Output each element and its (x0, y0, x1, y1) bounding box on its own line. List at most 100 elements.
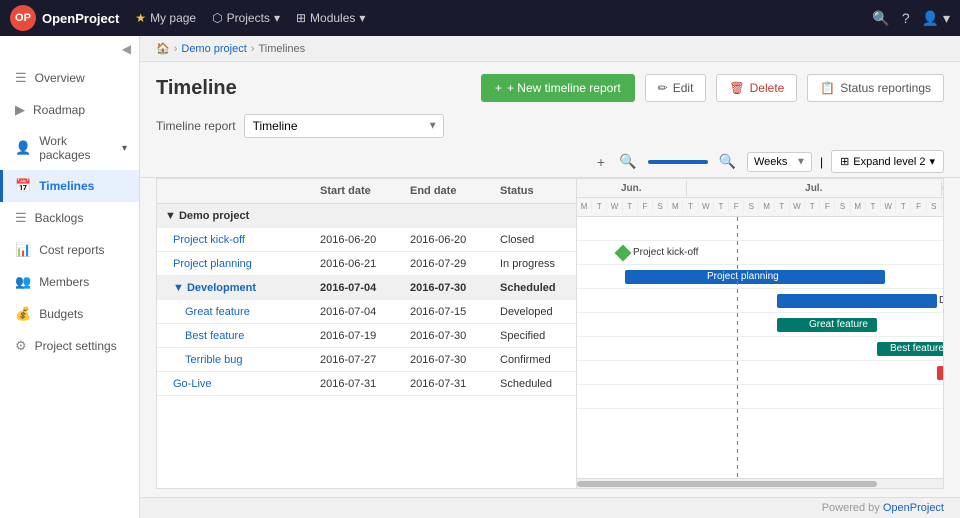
zoom-out-icon[interactable]: 🔍 (616, 150, 639, 173)
gantt-left-panel: Start date End date Status ▼ Demo projec… (157, 179, 577, 488)
zoom-slider[interactable] (648, 160, 708, 164)
row-name-kick-off[interactable]: Project kick-off (157, 232, 316, 248)
gantt-chart-row: Project planning (577, 265, 943, 289)
breadcrumb-sep-1: › (174, 43, 178, 55)
breadcrumb-project[interactable]: Demo project (181, 43, 246, 55)
zoom-select-wrapper: Weeks Days Months (747, 152, 812, 172)
row-status-go-live: Scheduled (496, 376, 576, 392)
milestone-diamond (615, 245, 632, 262)
row-name-planning[interactable]: Project planning (157, 256, 316, 272)
gantt-chart-row: Great feature (577, 313, 943, 337)
zoom-in-icon[interactable]: + (594, 151, 608, 173)
edit-button[interactable]: ✏ Edit (645, 74, 707, 102)
home-icon[interactable]: 🏠 (156, 42, 170, 55)
sidebar-item-backlogs[interactable]: ☰ Backlogs (0, 202, 139, 234)
sidebar-item-cost-reports[interactable]: 📊 Cost reports (0, 234, 139, 266)
search-icon[interactable]: 🔍 (872, 10, 889, 27)
task-bar-development[interactable] (777, 294, 937, 308)
sidebar-item-overview[interactable]: ☰ Overview (0, 62, 139, 94)
row-name-great-feature[interactable]: Great feature (157, 304, 316, 320)
sidebar-collapse-button[interactable]: ◀ (0, 36, 139, 62)
task-bar-terrible-bug[interactable] (937, 366, 943, 380)
sidebar-item-roadmap[interactable]: ▶ Roadmap (0, 94, 139, 126)
sidebar-item-overview-label: Overview (35, 71, 85, 85)
budgets-icon: 💰 (15, 306, 31, 322)
sidebar-item-work-packages[interactable]: 👤 Work packages ▾ (0, 126, 139, 170)
row-end-go-live: 2016-07-31 (406, 376, 496, 392)
row-status-terrible-bug: Confirmed (496, 352, 576, 368)
user-icon[interactable]: 👤 ▾ (922, 10, 950, 27)
week-cell: S (835, 200, 850, 213)
milestone-label: Project kick-off (633, 247, 698, 258)
col-status-header: Status (496, 179, 576, 203)
delete-button[interactable]: 🗑 Delete (716, 74, 797, 102)
edit-icon: ✏ (658, 81, 668, 95)
col-name-header (157, 179, 316, 203)
nav-my-page[interactable]: ★ My page (135, 11, 196, 25)
projects-icon: ⬡ (212, 11, 222, 25)
gantt-scrollbar[interactable] (577, 478, 943, 488)
status-reportings-button[interactable]: 📋 Status reportings (807, 74, 944, 102)
zoom-select[interactable]: Weeks Days Months (747, 152, 812, 172)
sidebar-item-timelines[interactable]: 📅 Timelines (0, 170, 139, 202)
week-cell: S (927, 200, 942, 213)
today-line (737, 217, 738, 478)
row-name-development[interactable]: ▼ Development (157, 280, 316, 296)
row-name-terrible-bug[interactable]: Terrible bug (157, 352, 316, 368)
expand-level-button[interactable]: ⊞ Expand level 2 ▾ (831, 150, 944, 173)
sidebar-item-project-settings[interactable]: ⚙ Project settings (0, 330, 139, 362)
nav-my-page-label: My page (150, 11, 196, 25)
sidebar: ◀ ☰ Overview ▶ Roadmap 👤 Work packages ▾… (0, 36, 140, 518)
logo[interactable]: OP OpenProject (10, 5, 119, 31)
gantt-month-row: Jun. Jul. (577, 180, 943, 198)
toolbar: + 🔍 🔍 Weeks Days Months | ⊞ Expand level… (140, 146, 960, 178)
new-timeline-report-button[interactable]: + + New timeline report (481, 74, 635, 102)
gantt-scrollbar-thumb[interactable] (577, 481, 877, 487)
nav-projects-label: Projects (227, 11, 270, 25)
nav-projects[interactable]: ⬡ Projects ▾ (212, 11, 280, 25)
footer-text: Powered by (822, 502, 880, 514)
top-nav-right: 🔍 ? 👤 ▾ (872, 10, 950, 27)
row-start-development: 2016-07-04 (316, 280, 406, 296)
sidebar-item-members-label: Members (39, 275, 89, 289)
table-row: Project planning 2016-06-21 2016-07-29 I… (157, 252, 576, 276)
row-name-demo-project[interactable]: ▼ Demo project (157, 208, 316, 224)
overview-icon: ☰ (15, 70, 27, 86)
row-name-go-live[interactable]: Go-Live (157, 376, 316, 392)
sidebar-item-roadmap-label: Roadmap (33, 103, 85, 117)
table-row: Best feature 2016-07-19 2016-07-30 Speci… (157, 324, 576, 348)
logo-text: OpenProject (42, 11, 119, 26)
week-cell: T (805, 200, 820, 213)
gantt-area: Start date End date Status ▼ Demo projec… (157, 179, 943, 488)
footer-link[interactable]: OpenProject (883, 502, 944, 514)
row-name-best-feature[interactable]: Best feature (157, 328, 316, 344)
breadcrumb-sep-2: › (251, 43, 255, 55)
row-start-terrible-bug: 2016-07-27 (316, 352, 406, 368)
week-cell: T (683, 200, 698, 213)
row-status-great-feature: Developed (496, 304, 576, 320)
sidebar-item-budgets[interactable]: 💰 Budgets (0, 298, 139, 330)
row-start-planning: 2016-06-21 (316, 256, 406, 272)
week-cell: W (699, 200, 714, 213)
plus-icon: + (495, 81, 502, 95)
week-cell: S (744, 200, 759, 213)
app-body: ◀ ☰ Overview ▶ Roadmap 👤 Work packages ▾… (0, 36, 960, 518)
top-navigation: OP OpenProject ★ My page ⬡ Projects ▾ ⊞ … (0, 0, 960, 36)
week-cell (942, 205, 943, 209)
expand-icon: ⊞ (840, 155, 849, 168)
month-aug (942, 186, 943, 190)
gantt-chart-row: Go-Live (577, 385, 943, 409)
timeline-report-row: Timeline report Timeline (140, 110, 960, 146)
zoom-fit-icon[interactable]: 🔍 (716, 150, 739, 173)
row-end-planning: 2016-07-29 (406, 256, 496, 272)
week-cell: F (820, 200, 835, 213)
help-icon[interactable]: ? (902, 10, 910, 26)
gantt-column-headers: Start date End date Status (157, 179, 576, 204)
sidebar-item-timelines-label: Timelines (39, 179, 94, 193)
sidebar-item-members[interactable]: 👥 Members (0, 266, 139, 298)
sidebar-item-budgets-label: Budgets (39, 307, 83, 321)
timeline-report-select[interactable]: Timeline (244, 114, 444, 138)
gantt-chart-row: Best feature (577, 337, 943, 361)
nav-modules[interactable]: ⊞ Modules ▾ (296, 11, 365, 25)
row-status-best-feature: Specified (496, 328, 576, 344)
